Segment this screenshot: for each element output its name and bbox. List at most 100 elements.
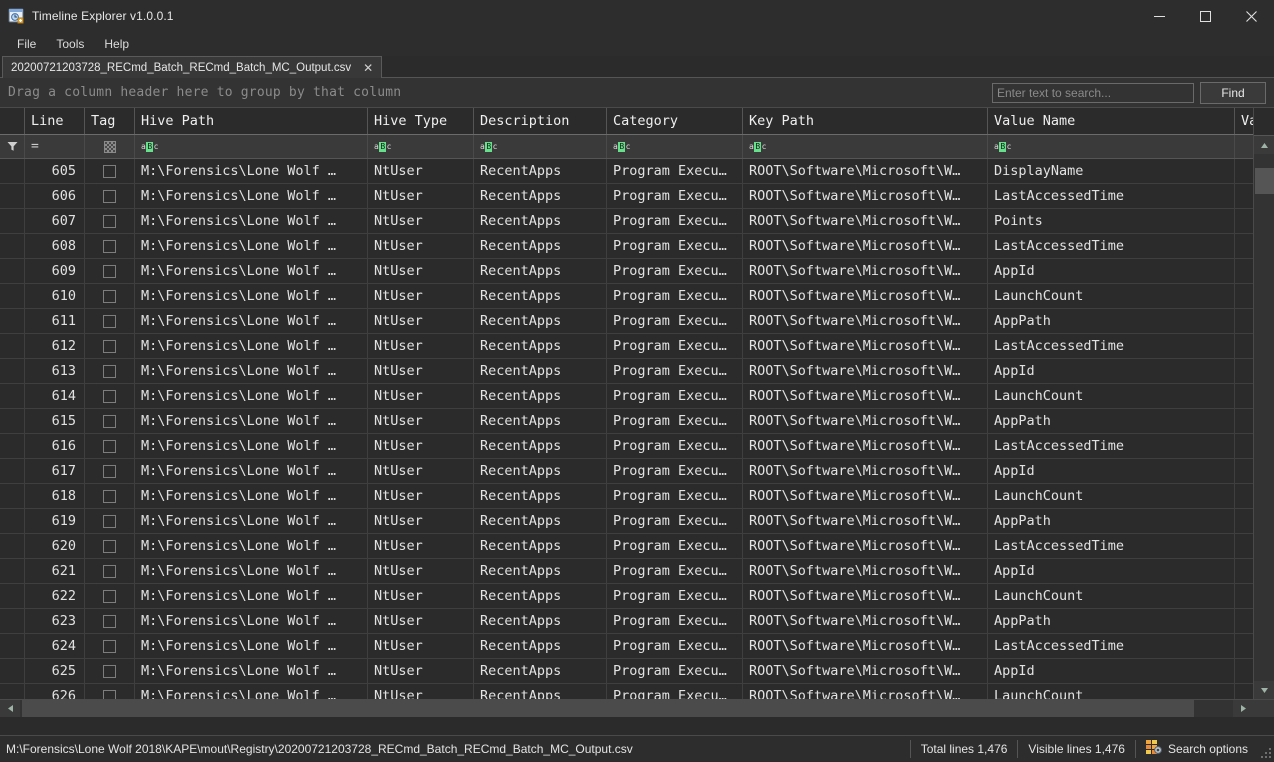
cell-tag[interactable] bbox=[85, 259, 135, 283]
cell-tag[interactable] bbox=[85, 659, 135, 683]
row-indicator[interactable] bbox=[0, 634, 25, 658]
row-tag-checkbox[interactable] bbox=[103, 190, 116, 203]
cell-hive-path[interactable]: M:\Forensics\Lone Wolf … bbox=[135, 584, 368, 608]
cell-hive-path[interactable]: M:\Forensics\Lone Wolf … bbox=[135, 159, 368, 183]
cell-tag[interactable] bbox=[85, 634, 135, 658]
cell-hive-path[interactable]: M:\Forensics\Lone Wolf … bbox=[135, 559, 368, 583]
cell-line[interactable]: 614 bbox=[25, 384, 85, 408]
cell-hive-type[interactable]: NtUser bbox=[368, 384, 474, 408]
cell-description[interactable]: RecentApps bbox=[474, 559, 607, 583]
cell-value-data[interactable] bbox=[1235, 409, 1253, 433]
scroll-left-button[interactable] bbox=[0, 700, 20, 717]
row-indicator[interactable] bbox=[0, 284, 25, 308]
cell-value-name[interactable]: AppPath bbox=[988, 309, 1235, 333]
cell-line[interactable]: 611 bbox=[25, 309, 85, 333]
column-header-description[interactable]: Description bbox=[474, 108, 607, 134]
cell-tag[interactable] bbox=[85, 684, 135, 699]
cell-key-path[interactable]: ROOT\Software\Microsoft\W… bbox=[743, 384, 988, 408]
cell-hive-type[interactable]: NtUser bbox=[368, 309, 474, 333]
horizontal-scroll-track[interactable] bbox=[20, 700, 1233, 717]
column-header-key-path[interactable]: Key Path bbox=[743, 108, 988, 134]
minimize-button[interactable] bbox=[1136, 0, 1182, 32]
cell-category[interactable]: Program Execu… bbox=[607, 234, 743, 258]
row-indicator[interactable] bbox=[0, 509, 25, 533]
tab-csv-file[interactable]: 20200721203728_RECmd_Batch_RECmd_Batch_M… bbox=[2, 56, 382, 78]
cell-key-path[interactable]: ROOT\Software\Microsoft\W… bbox=[743, 359, 988, 383]
cell-line[interactable]: 618 bbox=[25, 484, 85, 508]
cell-tag[interactable] bbox=[85, 309, 135, 333]
cell-tag[interactable] bbox=[85, 459, 135, 483]
cell-category[interactable]: Program Execu… bbox=[607, 184, 743, 208]
row-tag-checkbox[interactable] bbox=[103, 165, 116, 178]
cell-line[interactable]: 622 bbox=[25, 584, 85, 608]
cell-tag[interactable] bbox=[85, 534, 135, 558]
cell-description[interactable]: RecentApps bbox=[474, 484, 607, 508]
cell-key-path[interactable]: ROOT\Software\Microsoft\W… bbox=[743, 584, 988, 608]
cell-hive-type[interactable]: NtUser bbox=[368, 359, 474, 383]
table-row[interactable]: 618M:\Forensics\Lone Wolf …NtUserRecentA… bbox=[0, 484, 1253, 509]
table-row[interactable]: 610M:\Forensics\Lone Wolf …NtUserRecentA… bbox=[0, 284, 1253, 309]
cell-value-name[interactable]: LaunchCount bbox=[988, 584, 1235, 608]
cell-hive-type[interactable]: NtUser bbox=[368, 234, 474, 258]
cell-hive-type[interactable]: NtUser bbox=[368, 459, 474, 483]
cell-value-name[interactable]: LaunchCount bbox=[988, 384, 1235, 408]
cell-key-path[interactable]: ROOT\Software\Microsoft\W… bbox=[743, 659, 988, 683]
row-tag-checkbox[interactable] bbox=[103, 690, 116, 700]
resize-grip[interactable] bbox=[1258, 736, 1274, 762]
row-tag-checkbox[interactable] bbox=[103, 340, 116, 353]
cell-key-path[interactable]: ROOT\Software\Microsoft\W… bbox=[743, 259, 988, 283]
cell-value-name[interactable]: LastAccessedTime bbox=[988, 434, 1235, 458]
cell-category[interactable]: Program Execu… bbox=[607, 534, 743, 558]
cell-description[interactable]: RecentApps bbox=[474, 534, 607, 558]
cell-hive-path[interactable]: M:\Forensics\Lone Wolf … bbox=[135, 209, 368, 233]
cell-line[interactable]: 610 bbox=[25, 284, 85, 308]
cell-key-path[interactable]: ROOT\Software\Microsoft\W… bbox=[743, 609, 988, 633]
filter-hive-path[interactable]: aBc bbox=[135, 135, 368, 158]
horizontal-scroll-thumb[interactable] bbox=[22, 700, 1194, 717]
table-row[interactable]: 609M:\Forensics\Lone Wolf …NtUserRecentA… bbox=[0, 259, 1253, 284]
vertical-scroll-track[interactable] bbox=[1254, 154, 1274, 681]
cell-key-path[interactable]: ROOT\Software\Microsoft\W… bbox=[743, 509, 988, 533]
row-tag-checkbox[interactable] bbox=[103, 565, 116, 578]
cell-hive-path[interactable]: M:\Forensics\Lone Wolf … bbox=[135, 284, 368, 308]
cell-line[interactable]: 606 bbox=[25, 184, 85, 208]
row-tag-checkbox[interactable] bbox=[103, 615, 116, 628]
horizontal-scrollbar[interactable] bbox=[0, 699, 1274, 717]
row-indicator[interactable] bbox=[0, 484, 25, 508]
table-row[interactable]: 624M:\Forensics\Lone Wolf …NtUserRecentA… bbox=[0, 634, 1253, 659]
cell-category[interactable]: Program Execu… bbox=[607, 634, 743, 658]
cell-value-name[interactable]: AppId bbox=[988, 659, 1235, 683]
cell-hive-path[interactable]: M:\Forensics\Lone Wolf … bbox=[135, 634, 368, 658]
cell-value-name[interactable]: Points bbox=[988, 209, 1235, 233]
filter-value-data[interactable] bbox=[1235, 135, 1253, 158]
cell-hive-path[interactable]: M:\Forensics\Lone Wolf … bbox=[135, 534, 368, 558]
cell-tag[interactable] bbox=[85, 284, 135, 308]
cell-line[interactable]: 605 bbox=[25, 159, 85, 183]
cell-key-path[interactable]: ROOT\Software\Microsoft\W… bbox=[743, 184, 988, 208]
column-header-tag[interactable]: Tag bbox=[85, 108, 135, 134]
cell-tag[interactable] bbox=[85, 209, 135, 233]
scroll-up-button[interactable] bbox=[1254, 136, 1274, 154]
cell-hive-type[interactable]: NtUser bbox=[368, 634, 474, 658]
row-tag-checkbox[interactable] bbox=[103, 440, 116, 453]
row-indicator[interactable] bbox=[0, 234, 25, 258]
cell-hive-path[interactable]: M:\Forensics\Lone Wolf … bbox=[135, 409, 368, 433]
cell-hive-type[interactable]: NtUser bbox=[368, 159, 474, 183]
row-indicator[interactable] bbox=[0, 684, 25, 699]
cell-description[interactable]: RecentApps bbox=[474, 234, 607, 258]
cell-tag[interactable] bbox=[85, 384, 135, 408]
column-header-value-data[interactable]: Va bbox=[1235, 108, 1253, 134]
row-indicator[interactable] bbox=[0, 534, 25, 558]
filter-hive-type[interactable]: aBc bbox=[368, 135, 474, 158]
cell-description[interactable]: RecentApps bbox=[474, 684, 607, 699]
cell-value-name[interactable]: LastAccessedTime bbox=[988, 334, 1235, 358]
cell-line[interactable]: 608 bbox=[25, 234, 85, 258]
cell-value-data[interactable] bbox=[1235, 284, 1253, 308]
scroll-right-button[interactable] bbox=[1233, 700, 1253, 717]
row-indicator[interactable] bbox=[0, 309, 25, 333]
cell-value-data[interactable] bbox=[1235, 509, 1253, 533]
cell-line[interactable]: 625 bbox=[25, 659, 85, 683]
cell-value-name[interactable]: AppPath bbox=[988, 409, 1235, 433]
cell-hive-type[interactable]: NtUser bbox=[368, 609, 474, 633]
cell-line[interactable]: 623 bbox=[25, 609, 85, 633]
